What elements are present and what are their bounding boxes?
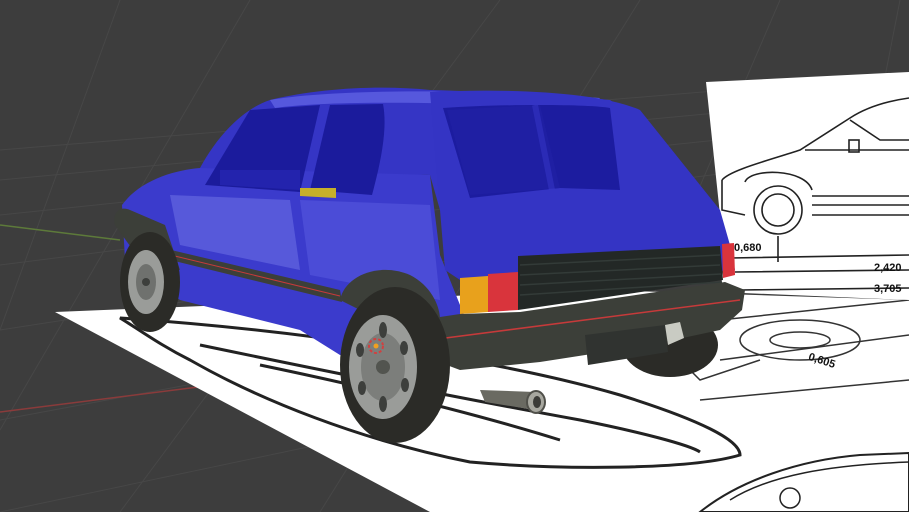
wheel-rear-left[interactable] (340, 287, 450, 443)
wheel-front-left[interactable] (120, 232, 180, 332)
viewport-scene[interactable] (0, 0, 909, 512)
blueprint-dim-1: 0,680 (734, 242, 762, 254)
x-axis-line (0, 382, 231, 413)
taillight-left (460, 276, 488, 314)
y-axis-line (0, 224, 121, 241)
blueprint-dim-3: 3,705 (874, 283, 902, 295)
3d-viewport[interactable]: 0,680 2,420 3,705 0,605 (0, 0, 909, 512)
blueprint-dim-2: 2,420 (874, 262, 902, 274)
